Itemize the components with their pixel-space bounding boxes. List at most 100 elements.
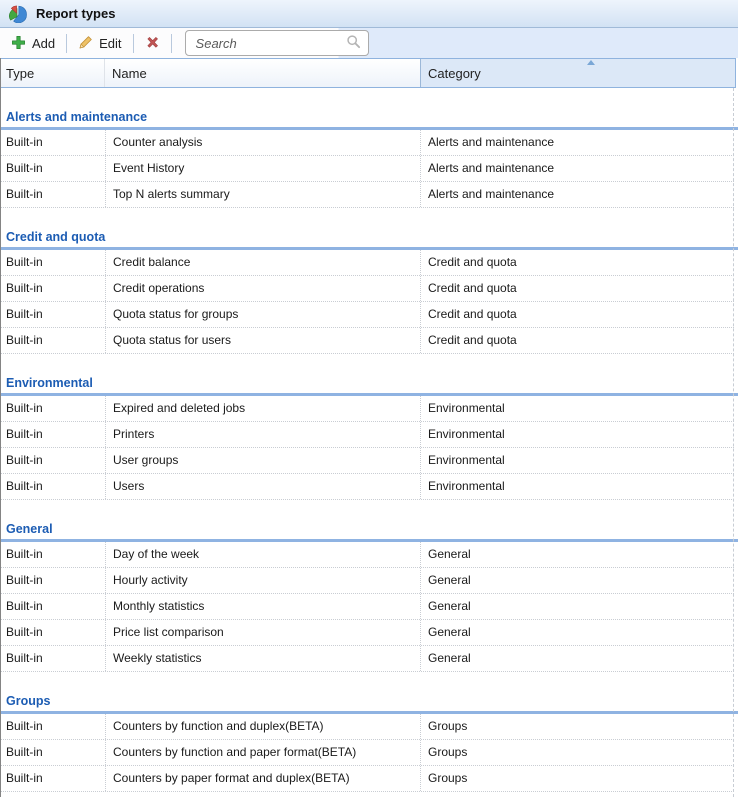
cell-name: Day of the week: [106, 542, 421, 567]
group-rows: Built-in Credit balance Credit and quota…: [1, 250, 738, 354]
cell-type: Built-in: [1, 182, 106, 207]
cell-type: Built-in: [1, 422, 106, 447]
cell-category: Credit and quota: [421, 276, 734, 301]
table-row[interactable]: Built-in Quota status for groups Credit …: [1, 302, 734, 328]
toolbar-separator: [133, 34, 134, 53]
cell-category: Credit and quota: [421, 250, 734, 275]
table-row[interactable]: Built-in Counters by paper format and du…: [1, 766, 734, 792]
cell-name: Price list comparison: [106, 620, 421, 645]
table-row[interactable]: Built-in Day of the week General: [1, 542, 734, 568]
table-row[interactable]: Built-in Weekly statistics General: [1, 646, 734, 672]
cell-category: Credit and quota: [421, 328, 734, 353]
column-header-name[interactable]: Name: [105, 59, 420, 87]
cell-name: User groups: [106, 448, 421, 473]
add-button[interactable]: Add: [5, 32, 61, 55]
table-row[interactable]: Built-in Counters by function and duplex…: [1, 714, 734, 740]
column-header-type[interactable]: Type: [1, 59, 105, 87]
table-row[interactable]: Built-in User groups Environmental: [1, 448, 734, 474]
cell-type: Built-in: [1, 766, 106, 791]
cell-category: General: [421, 542, 734, 567]
cell-category: Environmental: [421, 396, 734, 421]
cell-category: Environmental: [421, 448, 734, 473]
cell-category: Alerts and maintenance: [421, 130, 734, 155]
group-label: Alerts and maintenance: [1, 108, 738, 127]
group-label: Groups: [1, 692, 738, 711]
plus-icon: [11, 35, 26, 52]
cell-name: Weekly statistics: [106, 646, 421, 671]
row-group: Credit and quota Built-in Credit balance…: [1, 228, 738, 354]
table-row[interactable]: Built-in Hourly activity General: [1, 568, 734, 594]
column-header-type-label: Type: [6, 66, 34, 81]
table-row[interactable]: Built-in Credit balance Credit and quota: [1, 250, 734, 276]
row-group: Groups Built-in Counters by function and…: [1, 692, 738, 792]
group-rows: Built-in Counters by function and duplex…: [1, 714, 738, 792]
cell-category: Alerts and maintenance: [421, 156, 734, 181]
toolbar-separator: [171, 34, 172, 53]
category-column-edge: [733, 88, 734, 797]
cell-type: Built-in: [1, 740, 106, 765]
table-row[interactable]: Built-in Counters by function and paper …: [1, 740, 734, 766]
cell-name: Event History: [106, 156, 421, 181]
table-row[interactable]: Built-in Users Environmental: [1, 474, 734, 500]
delete-button[interactable]: [139, 32, 166, 55]
table-row[interactable]: Built-in Quota status for users Credit a…: [1, 328, 734, 354]
column-header-name-label: Name: [112, 66, 147, 81]
cell-type: Built-in: [1, 276, 106, 301]
column-header-category[interactable]: Category: [420, 59, 735, 87]
grid-panel: Type Name Category Alerts and maintenanc…: [0, 58, 738, 797]
cell-category: Groups: [421, 740, 734, 765]
cell-type: Built-in: [1, 714, 106, 739]
cell-name: Counter analysis: [106, 130, 421, 155]
cell-name: Hourly activity: [106, 568, 421, 593]
search-input[interactable]: [186, 36, 346, 51]
cell-type: Built-in: [1, 568, 106, 593]
group-rows: Built-in Counter analysis Alerts and mai…: [1, 130, 738, 208]
table-row[interactable]: Built-in Credit operations Credit and qu…: [1, 276, 734, 302]
cell-name: Quota status for users: [106, 328, 421, 353]
cell-type: Built-in: [1, 250, 106, 275]
column-header-category-label: Category: [428, 66, 481, 81]
row-group: Alerts and maintenance Built-in Counter …: [1, 108, 738, 208]
cell-type: Built-in: [1, 156, 106, 181]
cell-type: Built-in: [1, 474, 106, 499]
cell-name: Credit operations: [106, 276, 421, 301]
cell-name: Top N alerts summary: [106, 182, 421, 207]
table-row[interactable]: Built-in Printers Environmental: [1, 422, 734, 448]
cell-type: Built-in: [1, 594, 106, 619]
group-label: General: [1, 520, 738, 539]
cell-name: Monthly statistics: [106, 594, 421, 619]
cell-category: General: [421, 568, 734, 593]
table-row[interactable]: Built-in Price list comparison General: [1, 620, 734, 646]
cell-type: Built-in: [1, 302, 106, 327]
cell-type: Built-in: [1, 620, 106, 645]
pie-chart-icon: [9, 5, 27, 23]
group-rows: Built-in Day of the week General Built-i…: [1, 542, 738, 672]
cell-name: Counters by paper format and duplex(BETA…: [106, 766, 421, 791]
table-row[interactable]: Built-in Event History Alerts and mainte…: [1, 156, 734, 182]
table-row[interactable]: Built-in Counter analysis Alerts and mai…: [1, 130, 734, 156]
table-row[interactable]: Built-in Monthly statistics General: [1, 594, 734, 620]
cell-name: Quota status for groups: [106, 302, 421, 327]
row-group: General Built-in Day of the week General…: [1, 520, 738, 672]
cell-type: Built-in: [1, 130, 106, 155]
group-label: Credit and quota: [1, 228, 738, 247]
cell-category: General: [421, 594, 734, 619]
cell-category: Groups: [421, 766, 734, 791]
cell-category: Groups: [421, 714, 734, 739]
cell-type: Built-in: [1, 448, 106, 473]
cell-type: Built-in: [1, 542, 106, 567]
cell-category: Credit and quota: [421, 302, 734, 327]
table-row[interactable]: Built-in Expired and deleted jobs Enviro…: [1, 396, 734, 422]
cell-name: Counters by function and duplex(BETA): [106, 714, 421, 739]
magnifier-icon: [346, 34, 361, 52]
toolbar: Add Edit: [0, 28, 738, 58]
cell-category: Environmental: [421, 474, 734, 499]
cell-name: Expired and deleted jobs: [106, 396, 421, 421]
cell-type: Built-in: [1, 328, 106, 353]
toolbar-separator: [66, 34, 67, 53]
cell-name: Users: [106, 474, 421, 499]
table-row[interactable]: Built-in Top N alerts summary Alerts and…: [1, 182, 734, 208]
edit-button[interactable]: Edit: [72, 32, 127, 55]
cell-type: Built-in: [1, 396, 106, 421]
cell-category: Environmental: [421, 422, 734, 447]
